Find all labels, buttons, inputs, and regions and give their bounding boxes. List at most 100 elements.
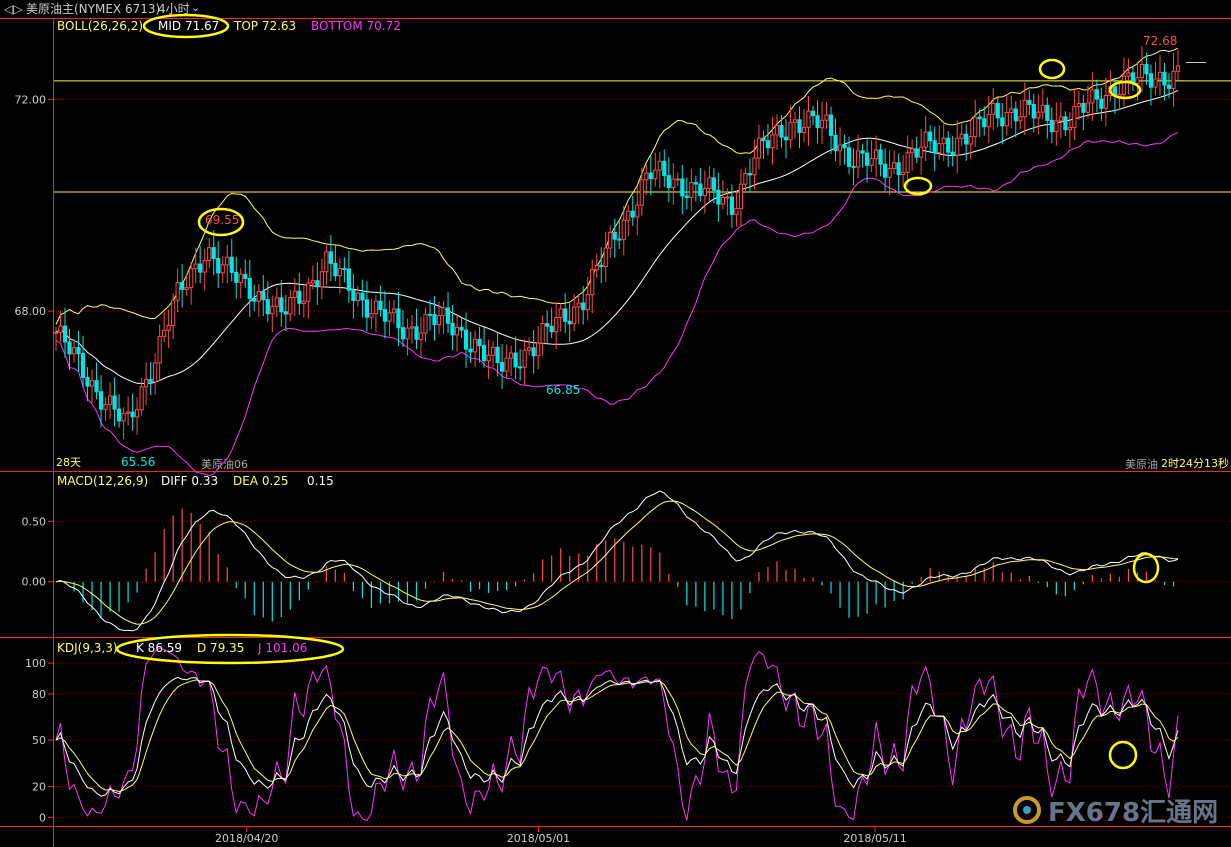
candle xyxy=(1018,99,1023,130)
candle xyxy=(765,124,771,156)
candle xyxy=(1045,97,1050,139)
candle xyxy=(567,302,572,343)
candle xyxy=(729,184,735,229)
candle xyxy=(351,273,356,319)
candle xyxy=(297,272,302,315)
candle xyxy=(581,286,586,325)
candle xyxy=(1058,101,1063,139)
macd-dea-line xyxy=(55,500,1179,625)
candle xyxy=(459,317,464,339)
candle xyxy=(707,166,712,202)
candle xyxy=(1153,61,1158,96)
candle xyxy=(1175,49,1181,81)
candle xyxy=(337,258,342,294)
candle xyxy=(171,293,176,340)
candle xyxy=(738,168,744,227)
candle xyxy=(130,393,135,431)
countdown-label: 2时24分13秒 xyxy=(1161,456,1229,470)
candle xyxy=(734,190,739,227)
watermark-text: FX678汇通网 xyxy=(1048,798,1218,828)
candle xyxy=(490,341,496,368)
candle xyxy=(346,250,351,303)
candle xyxy=(752,139,757,190)
candle xyxy=(599,247,604,284)
candle xyxy=(662,149,667,187)
candle xyxy=(193,247,198,284)
candle xyxy=(950,135,955,167)
kdj-tick-label: 100 xyxy=(25,657,46,670)
candle xyxy=(198,245,203,284)
nav-arrows-icon[interactable]: ◁▷ xyxy=(3,2,23,16)
candle xyxy=(833,118,838,162)
high-mid-label: 69.55 xyxy=(205,213,239,227)
candle xyxy=(189,261,194,305)
candle xyxy=(991,87,996,131)
low-left-label: 65.56 xyxy=(121,455,155,469)
candle xyxy=(378,285,383,317)
kdj-tick-label: 80 xyxy=(32,688,46,701)
chevron-down-icon[interactable]: ⌄ xyxy=(191,1,200,14)
candle xyxy=(612,218,617,258)
macd-legend-name: MACD(12,26,9) xyxy=(57,474,148,488)
candle xyxy=(62,307,68,358)
candle xyxy=(175,268,180,313)
candle xyxy=(364,281,370,332)
kdj-j-line xyxy=(55,647,1179,821)
candle xyxy=(1067,112,1072,148)
date-tick-label: 2018/04/20 xyxy=(215,832,278,845)
candle xyxy=(229,238,234,282)
candle xyxy=(107,382,113,420)
candle xyxy=(387,300,392,336)
candle xyxy=(509,345,514,377)
candle xyxy=(328,234,333,282)
candle xyxy=(1036,94,1041,135)
candle xyxy=(531,330,536,374)
candle xyxy=(382,291,388,339)
macd-histogram-value: 0.15 xyxy=(307,474,334,488)
boll-legend-name: BOLL(26,26,2) xyxy=(57,19,143,33)
macd-diff-line xyxy=(55,490,1179,632)
candle xyxy=(810,105,816,126)
candle xyxy=(274,287,279,318)
candle xyxy=(112,377,117,427)
candle xyxy=(819,101,825,145)
boll-mid-line xyxy=(55,89,1179,385)
candle xyxy=(1004,94,1009,136)
candle xyxy=(238,268,243,299)
kdj-tick-label: 0 xyxy=(39,811,46,824)
candle xyxy=(797,106,802,149)
candle xyxy=(1000,103,1005,145)
candle xyxy=(684,177,689,210)
candle xyxy=(626,205,631,237)
macd-tick-label: 0.00 xyxy=(22,576,47,589)
candle xyxy=(463,312,469,368)
candle xyxy=(590,259,595,314)
candle xyxy=(648,155,653,196)
candle xyxy=(666,157,671,203)
candle xyxy=(806,96,811,146)
kdj-tick-label: 50 xyxy=(32,734,46,747)
candle xyxy=(644,164,649,196)
candle xyxy=(910,139,915,171)
candle xyxy=(617,220,622,249)
candle xyxy=(671,163,676,205)
candle xyxy=(955,120,960,174)
candle xyxy=(1130,66,1136,91)
candle xyxy=(486,339,491,379)
candle xyxy=(202,248,207,291)
candle xyxy=(1027,89,1032,116)
candle xyxy=(563,293,568,333)
candle xyxy=(914,136,919,164)
candle xyxy=(1126,58,1131,95)
candle xyxy=(518,348,523,381)
candle xyxy=(396,291,401,347)
candle xyxy=(689,168,694,212)
candle xyxy=(635,186,640,236)
candle xyxy=(801,108,807,143)
candle xyxy=(333,245,338,282)
candle xyxy=(400,310,406,347)
candle xyxy=(315,262,320,305)
symbol-title: 美原油主(NYMEX 6713) xyxy=(26,2,160,16)
candle xyxy=(499,344,505,389)
candle xyxy=(1139,46,1145,93)
